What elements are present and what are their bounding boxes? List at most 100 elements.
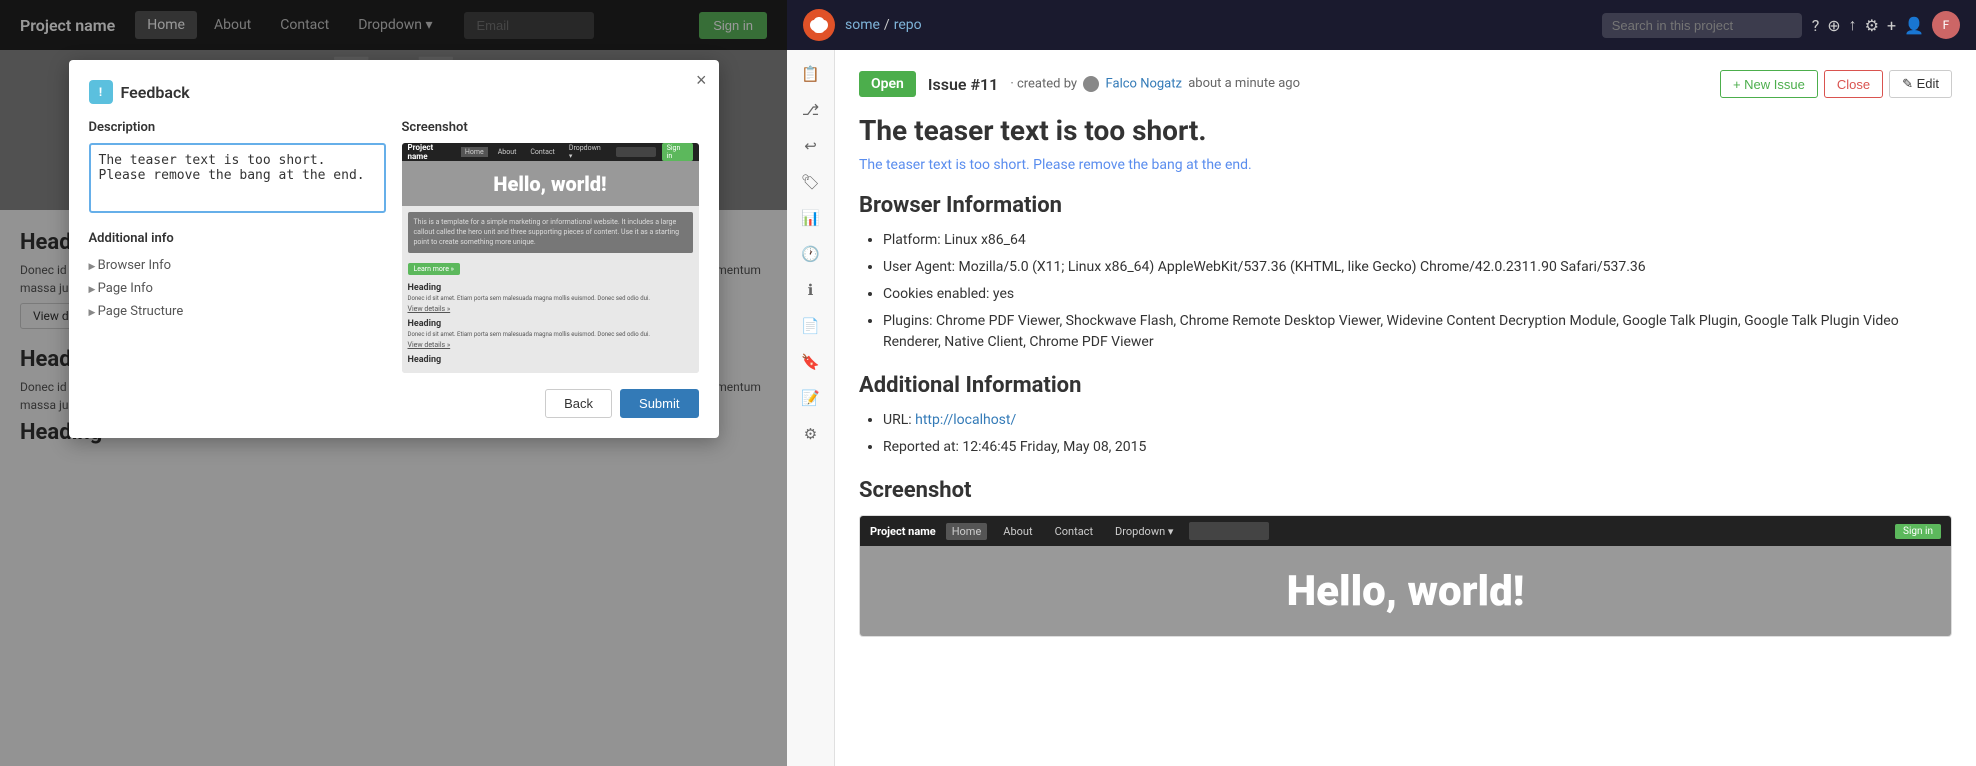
gitea-panel: some / repo ? ⊕ ↑ ⚙ + 👤 F 📋 ⎇: [787, 0, 1976, 766]
mini-section-2: Heading Donec id sit amet. Etiam porta s…: [408, 319, 693, 349]
screenshot-nav-home: Home: [946, 523, 988, 540]
issue-author-avatar: [1083, 76, 1099, 92]
collapse-browser-info[interactable]: Browser Info: [89, 254, 386, 277]
feedback-modal: × ! Feedback Description The teaser text…: [69, 60, 719, 438]
screenshot-section-title: Screenshot: [859, 478, 1952, 503]
additional-info-item-1: URL: http://localhost/: [883, 410, 1952, 431]
mini-para-2: Donec id sit amet. Etiam porta sem males…: [408, 331, 693, 339]
browser-info-item-4: Plugins: Chrome PDF Viewer, Shockwave Fl…: [883, 311, 1952, 353]
mini-brand: Project name: [408, 143, 455, 161]
screenshot-nav-dropdown: Dropdown ▾: [1109, 523, 1179, 540]
additional-info-url[interactable]: http://localhost/: [915, 412, 1016, 428]
additional-info-label: Additional info: [89, 231, 386, 246]
screenshot-signin: Sign in: [1895, 524, 1941, 539]
mini-dropdown: Dropdown ▾: [565, 143, 610, 161]
modal-right-section: Screenshot Project name Home About Conta…: [402, 120, 699, 373]
sidebar-tag2-icon[interactable]: 🔖: [795, 346, 827, 378]
sidebar-branch-icon[interactable]: ⎇: [795, 94, 827, 126]
additional-info-list: URL: http://localhost/ Reported at: 12:4…: [859, 410, 1952, 458]
browser-info-title: Browser Information: [859, 193, 1952, 218]
issue-created-by-label: created by: [1017, 76, 1077, 91]
breadcrumb-repo[interactable]: repo: [894, 17, 922, 33]
screenshot-brand: Project name: [870, 525, 936, 538]
mini-desc: This is a template for a simple marketin…: [408, 212, 693, 253]
collapse-page-structure[interactable]: Page Structure: [89, 300, 386, 323]
settings-icon[interactable]: ⚙: [1865, 16, 1879, 35]
mini-nav: Project name Home About Contact Dropdown…: [402, 143, 699, 161]
modal-close-button[interactable]: ×: [696, 70, 707, 91]
screenshot-email: [1189, 522, 1269, 540]
help-icon[interactable]: ?: [1812, 16, 1820, 35]
modal-title: Feedback: [121, 83, 190, 102]
sidebar-info-icon[interactable]: ℹ: [795, 274, 827, 306]
new-issue-button[interactable]: + New Issue: [1720, 70, 1818, 98]
additional-info-title: Additional Information: [859, 373, 1952, 398]
issue-title: The teaser text is too short.: [859, 114, 1952, 147]
gitea-main-content: Open Issue #11 · created by Falco Nogatz…: [835, 50, 1976, 766]
screenshot-nav-contact: Contact: [1049, 523, 1099, 540]
screenshot-preview: Project name Home About Contact Dropdown…: [402, 143, 699, 373]
browser-info-item-1: Platform: Linux x86_64: [883, 230, 1952, 251]
mini-email: [616, 147, 656, 157]
add-icon[interactable]: +: [1887, 16, 1896, 35]
screenshot-hero: Hello, world!: [860, 546, 1951, 636]
sidebar-file2-icon[interactable]: 📝: [795, 382, 827, 414]
search-wrapper: [1602, 13, 1802, 38]
sidebar-file-icon[interactable]: 📄: [795, 310, 827, 342]
issue-screenshot-frame: Project name Home About Contact Dropdown…: [859, 515, 1952, 637]
close-issue-button[interactable]: Close: [1824, 70, 1883, 98]
modal-overlay: × ! Feedback Description The teaser text…: [0, 0, 787, 766]
sidebar-chart-icon[interactable]: 📊: [795, 202, 827, 234]
user-icon[interactable]: 👤: [1904, 16, 1924, 35]
mini-section-1: Heading Donec id sit amet. Etiam porta s…: [408, 283, 693, 313]
user-avatar[interactable]: F: [1932, 11, 1960, 39]
mini-heading-1: Heading: [408, 283, 693, 293]
mini-hero: Hello, world!: [402, 161, 699, 206]
collapsible-items: Browser Info Page Info Page Structure: [89, 254, 386, 323]
issue-header-bar: Open Issue #11 · created by Falco Nogatz…: [859, 70, 1952, 98]
sidebar-settings2-icon[interactable]: ⚙: [795, 418, 827, 450]
mini-link-2: View details »: [408, 341, 693, 349]
gitea-header-icons: ? ⊕ ↑ ⚙ + 👤 F: [1812, 11, 1960, 39]
description-label: Description: [89, 120, 386, 135]
sidebar-clock-icon[interactable]: 🕐: [795, 238, 827, 270]
screenshot-header: Project name Home About Contact Dropdown…: [860, 516, 1951, 546]
mini-hero-text: Hello, world!: [493, 172, 606, 196]
issue-description: The teaser text is too short. Please rem…: [859, 157, 1952, 173]
modal-body: Description The teaser text is too short…: [89, 120, 699, 373]
sidebar-tag-icon[interactable]: 🏷: [795, 166, 827, 198]
sidebar-history-icon[interactable]: ↩: [795, 130, 827, 162]
description-textarea[interactable]: The teaser text is too short. Please rem…: [89, 143, 386, 213]
collapse-page-info[interactable]: Page Info: [89, 277, 386, 300]
edit-issue-button[interactable]: ✎ Edit: [1889, 70, 1952, 98]
mini-signin: Sign in: [662, 143, 693, 161]
modal-footer: Back Submit: [89, 389, 699, 418]
modal-left-section: Description The teaser text is too short…: [89, 120, 386, 373]
screenshot-label: Screenshot: [402, 120, 699, 135]
modal-header: ! Feedback: [89, 80, 699, 104]
additional-info-item-2: Reported at: 12:46:45 Friday, May 08, 20…: [883, 437, 1952, 458]
issue-meta-created: · created by Falco Nogatz about a minute…: [1010, 76, 1300, 92]
browser-info-item-3: Cookies enabled: yes: [883, 284, 1952, 305]
back-button[interactable]: Back: [545, 389, 612, 418]
mini-home: Home: [461, 147, 488, 157]
explore-icon[interactable]: ⊕: [1827, 16, 1840, 35]
mini-heading-3: Heading: [408, 355, 693, 365]
mini-link-1: View details »: [408, 305, 693, 313]
breadcrumb-separator: /: [884, 17, 890, 33]
screenshot-nav-about: About: [997, 523, 1038, 540]
issue-open-badge: Open: [859, 71, 916, 97]
mini-body: This is a template for a simple marketin…: [402, 206, 699, 373]
website-preview: Project name Home About Contact Dropdown…: [0, 0, 787, 766]
browser-info-list: Platform: Linux x86_64 User Agent: Mozil…: [859, 230, 1952, 353]
sidebar-book-icon[interactable]: 📋: [795, 58, 827, 90]
submit-button[interactable]: Submit: [620, 389, 698, 418]
gitea-logo: [803, 9, 835, 41]
mini-about: About: [494, 147, 521, 157]
mini-contact: Contact: [526, 147, 558, 157]
breadcrumb-user[interactable]: some: [845, 17, 880, 33]
gitea-search-input[interactable]: [1602, 13, 1802, 38]
gitea-breadcrumb: some / repo: [845, 17, 922, 33]
upload-icon[interactable]: ↑: [1849, 15, 1857, 35]
issue-author-name[interactable]: Falco Nogatz: [1106, 76, 1182, 91]
